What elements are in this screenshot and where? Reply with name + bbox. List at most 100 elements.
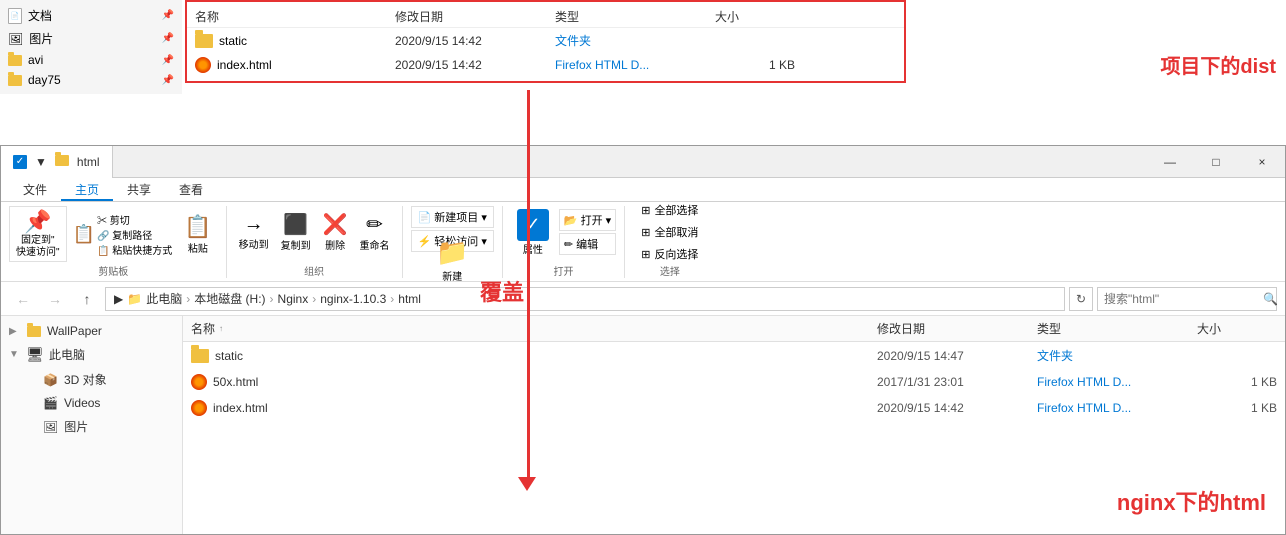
delete-button[interactable]: ❌ 删除: [319, 210, 352, 254]
search-icon: 🔍: [1263, 292, 1278, 306]
firefox-icon-index: [191, 400, 207, 416]
col-header-name-top: 名称: [195, 8, 395, 25]
ribbon: 📌 固定到"快速访问" 📋 ✂ 剪切 🔗 复制路径 📋 粘贴快捷方式 📋: [1, 202, 1285, 282]
file-size-50x: 1 KB: [1197, 375, 1277, 389]
tab-file[interactable]: 文件: [9, 178, 61, 201]
file-row-index[interactable]: index.html 2020/9/15 14:42 Firefox HTML …: [183, 395, 1285, 421]
col-name-header: 名称: [191, 320, 215, 337]
breadcrumb-nginx[interactable]: Nginx: [278, 292, 309, 306]
close-button[interactable]: ×: [1239, 146, 1285, 178]
tab-share[interactable]: 共享: [113, 178, 165, 201]
up-button[interactable]: ↑: [73, 285, 101, 313]
breadcrumb-disk[interactable]: 本地磁盘 (H:): [194, 290, 265, 307]
file-date-static: 2020/9/15 14:47: [877, 349, 1037, 363]
firefox-icon-index-top: [195, 57, 211, 73]
new-item-button[interactable]: 📄 新建项目 ▾: [411, 206, 494, 228]
tab-folder-icon: [55, 155, 69, 169]
file-name-static-top: static: [219, 34, 247, 48]
title-bar: ✓ ▼ html — □ ×: [1, 146, 1285, 178]
ribbon-section-open: ✓ 属性 📂 打开 ▾ ✏ 编辑 打开: [503, 206, 625, 278]
copy-to-button[interactable]: ⬛ 复制到: [277, 210, 315, 254]
file-date-index: 2020/9/15 14:42: [877, 401, 1037, 415]
rename-button[interactable]: ✏ 重命名: [356, 210, 394, 254]
file-name-index-top: index.html: [217, 58, 272, 72]
sidebar-label-videos: Videos: [64, 396, 100, 410]
breadcrumb-nginx-ver[interactable]: nginx-1.10.3: [320, 292, 386, 306]
edit-button[interactable]: ✏ 编辑: [559, 233, 616, 255]
breadcrumb-arrow: ▶: [114, 292, 123, 306]
copy-button[interactable]: 📋 ✂ 剪切 🔗 复制路径 📋 粘贴快捷方式: [69, 210, 177, 259]
nav-item-documents[interactable]: 📄 文档 📌: [0, 4, 182, 27]
back-button[interactable]: ←: [9, 285, 37, 313]
tab-checkbox-icon: ✓: [13, 155, 27, 169]
main-window: ✓ ▼ html — □ × 文件 主页 共享 查看 📌 固定到"快速访问": [0, 145, 1286, 535]
window-tab[interactable]: ✓ ▼ html: [1, 146, 113, 178]
file-name-50x: 50x.html: [213, 375, 258, 389]
video-icon: 🎬: [43, 396, 58, 410]
maximize-button[interactable]: □: [1193, 146, 1239, 178]
minimize-button[interactable]: —: [1147, 146, 1193, 178]
nav-label-documents: 文档: [28, 7, 52, 24]
top-file-header: 名称 修改日期 类型 大小: [187, 6, 904, 28]
file-row-static[interactable]: static 2020/9/15 14:47 文件夹: [183, 342, 1285, 369]
pin-icon-avi: 📌: [162, 55, 174, 66]
nav-item-avi[interactable]: avi 📌: [0, 50, 182, 70]
file-name-static: static: [215, 349, 243, 363]
file-type-static-top: 文件夹: [555, 32, 715, 49]
file-type-index-top: Firefox HTML D...: [555, 58, 715, 72]
pin-icon-pictures: 📌: [162, 33, 174, 44]
col-type-header: 类型: [1037, 320, 1197, 337]
tab-view[interactable]: 查看: [165, 178, 217, 201]
sidebar-label-thispc: 此电脑: [49, 346, 85, 363]
tab-home[interactable]: 主页: [61, 178, 113, 201]
move-to-button[interactable]: → 移动到: [235, 211, 273, 253]
tab-label: ▼: [35, 155, 47, 169]
breadcrumb-html[interactable]: html: [398, 292, 421, 306]
folder-icon-wallpaper: [27, 326, 41, 337]
open-button[interactable]: 📂 打开 ▾: [559, 209, 616, 231]
content-area: ▶ WallPaper ▼ 🖥 此电脑 📦 3D 对象 🎬 Videos: [1, 316, 1285, 534]
select-all-button[interactable]: ⊞全部选择: [633, 200, 706, 220]
search-input[interactable]: [1104, 292, 1259, 306]
forward-button[interactable]: →: [41, 285, 69, 313]
tab-title: html: [77, 155, 100, 169]
nav-item-day75[interactable]: day75 📌: [0, 70, 182, 90]
invert-selection-button[interactable]: ⊞反向选择: [633, 244, 706, 264]
breadcrumb-thispc[interactable]: 此电脑: [146, 290, 182, 307]
file-list-header: 名称 ↑ 修改日期 类型 大小: [183, 316, 1285, 342]
sidebar-item-3dobjects[interactable]: 📦 3D 对象: [1, 367, 182, 392]
col-date-header: 修改日期: [877, 320, 1037, 337]
sidebar-item-pictures[interactable]: 🖼 图片: [1, 414, 182, 439]
sidebar: ▶ WallPaper ▼ 🖥 此电脑 📦 3D 对象 🎬 Videos: [1, 316, 183, 534]
properties-button[interactable]: ✓ 属性: [511, 207, 555, 258]
sidebar-item-wallpaper[interactable]: ▶ WallPaper: [1, 320, 182, 342]
file-type-50x: Firefox HTML D...: [1037, 375, 1197, 389]
select-none-button[interactable]: ⊞全部取消: [633, 222, 706, 242]
file-row-50x[interactable]: 50x.html 2017/1/31 23:01 Firefox HTML D.…: [183, 369, 1285, 395]
file-date-50x: 2017/1/31 23:01: [877, 375, 1037, 389]
search-bar[interactable]: 🔍: [1097, 287, 1277, 311]
annotation-dist: 项目下的dist: [1160, 50, 1276, 79]
breadcrumb-sep-3: ›: [312, 292, 316, 306]
pin-to-quickaccess-button[interactable]: 📌 固定到"快速访问": [9, 206, 67, 262]
sidebar-item-thispc[interactable]: ▼ 🖥 此电脑: [1, 342, 182, 367]
breadcrumb[interactable]: ▶ 📁 此电脑 › 本地磁盘 (H:) › Nginx › nginx-1.10…: [105, 287, 1065, 311]
file-size-index: 1 KB: [1197, 401, 1277, 415]
firefox-icon-50x: [191, 374, 207, 390]
folder-icon-day75: [8, 75, 22, 86]
open-label: 打开: [554, 263, 574, 278]
folder-icon-static-top: [195, 34, 213, 48]
top-file-row-static[interactable]: static 2020/9/15 14:42 文件夹: [187, 28, 904, 53]
pin-icon-documents: 📌: [162, 10, 174, 21]
col-header-type-top: 类型: [555, 8, 715, 25]
paste-button[interactable]: 📋 粘贴: [178, 212, 217, 257]
folder-icon-avi: [8, 55, 22, 66]
breadcrumb-sep-2: ›: [270, 292, 274, 306]
refresh-button[interactable]: ↻: [1069, 287, 1093, 311]
sidebar-item-videos[interactable]: 🎬 Videos: [1, 392, 182, 414]
nav-item-pictures[interactable]: 🖼 图片 📌: [0, 27, 182, 50]
annotation-nginx-html: nginx下的html: [1117, 485, 1266, 517]
breadcrumb-sep-1: ›: [186, 292, 190, 306]
top-file-row-index[interactable]: index.html 2020/9/15 14:42 Firefox HTML …: [187, 53, 904, 77]
breadcrumb-sep-0: 📁: [127, 292, 142, 306]
